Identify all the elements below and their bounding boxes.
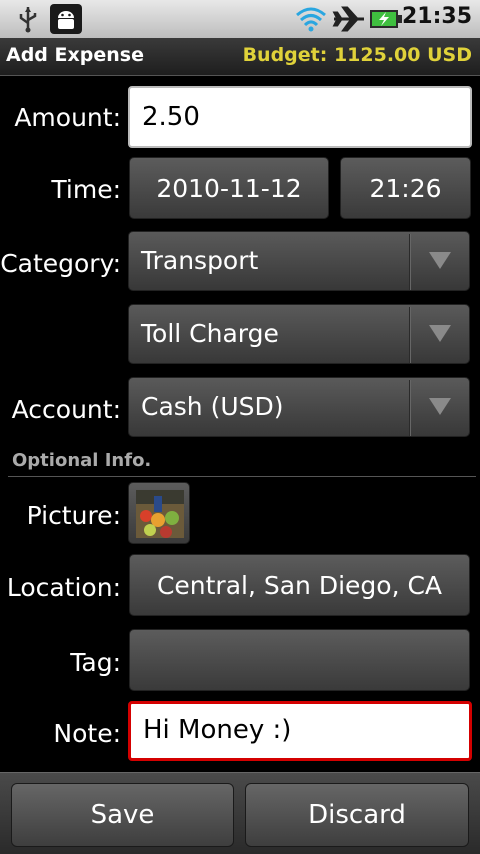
category-label: Category: [0, 249, 121, 278]
budget-label: Budget: 1125.00 USD [242, 44, 472, 66]
note-input[interactable]: Hi Money :) [128, 701, 472, 761]
tag-button[interactable] [129, 629, 470, 691]
picture-label: Picture: [26, 501, 121, 530]
date-button[interactable]: 2010-11-12 [129, 157, 329, 219]
category-spinner[interactable]: Transport [128, 231, 470, 291]
location-label: Location: [6, 573, 121, 602]
subcategory-spinner[interactable]: Toll Charge [128, 304, 470, 364]
battery-charging-icon [370, 10, 402, 28]
section-divider [8, 476, 476, 477]
category-value: Transport [141, 246, 259, 275]
market-photo-icon [136, 490, 184, 538]
amount-label: Amount: [14, 103, 121, 132]
chevron-down-icon [429, 325, 451, 342]
optional-info-heading: Optional Info. [12, 450, 152, 471]
note-label: Note: [53, 719, 121, 748]
amount-input[interactable]: 2.50 [128, 86, 472, 148]
account-value: Cash (USD) [141, 392, 284, 421]
time-button[interactable]: 21:26 [340, 157, 471, 219]
action-bar: Save Discard [0, 772, 480, 854]
spinner-divider [409, 380, 411, 436]
discard-button[interactable]: Discard [245, 783, 469, 847]
status-bar: 21:35 [0, 0, 480, 38]
chevron-down-icon [429, 398, 451, 415]
time-label: Time: [51, 175, 121, 204]
spinner-divider [409, 234, 411, 290]
page-title: Add Expense [6, 44, 144, 66]
tag-label: Tag: [70, 648, 121, 677]
usb-icon [19, 7, 37, 33]
account-spinner[interactable]: Cash (USD) [128, 377, 470, 437]
airplane-icon [332, 6, 364, 32]
android-debug-icon [50, 4, 82, 34]
chevron-down-icon [429, 252, 451, 269]
picture-thumbnail-button[interactable] [128, 482, 190, 544]
title-bar: Add Expense Budget: 1125.00 USD [0, 38, 480, 76]
spinner-divider [409, 307, 411, 363]
wifi-icon [296, 7, 326, 32]
status-clock: 21:35 [401, 4, 472, 29]
location-button[interactable]: Central, San Diego, CA [129, 554, 470, 616]
subcategory-value: Toll Charge [141, 319, 279, 348]
account-label: Account: [11, 395, 121, 424]
save-button[interactable]: Save [11, 783, 234, 847]
